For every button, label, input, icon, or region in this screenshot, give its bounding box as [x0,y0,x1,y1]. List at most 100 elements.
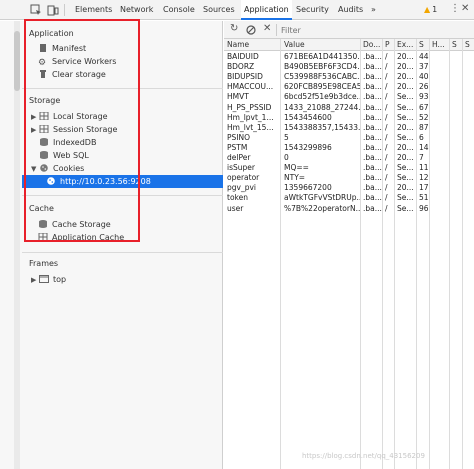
table-row[interactable]: Hm_lpvt_1... 1543454600 .ba... / Se... 52 [224,113,474,123]
table-row[interactable]: PSTM 1543299896 .ba.../ 20... 14 [224,143,474,153]
table-row[interactable]: pgv_pvi 1359667200 .ba.../ 20... 17 [224,183,474,193]
tab-audits[interactable]: Audits [338,0,363,20]
column-divider [462,39,463,469]
clear-all-icon[interactable] [246,25,256,35]
table-row[interactable]: PSINO 5 .ba... / Se... 6 [224,133,474,143]
cell-samesite [462,52,474,62]
cell-domain: .ba... [363,193,382,203]
cell-expires: 20... [397,142,414,152]
cell-samesite [462,193,474,203]
close-icon[interactable]: ✕ [461,3,469,15]
warnings-counter[interactable]: ▲ 1 [424,4,437,16]
column-divider [449,39,450,469]
cell-path: / [385,112,388,122]
column-header-httponly[interactable]: H... [429,39,449,51]
cell-domain: .ba... [363,112,382,122]
column-header-value[interactable]: Value [281,39,360,51]
tab-sources[interactable]: Sources [203,0,235,20]
cell-samesite [462,133,474,143]
cell-secure [449,143,462,153]
column-header-domain[interactable]: Do... [360,39,382,51]
sidebar-scrollbar[interactable] [14,21,20,469]
cell-expires: Se... [397,92,414,102]
cell-secure [449,133,462,143]
table-row[interactable]: BAIDUID 671BE6A1D441350... .ba.../ 20... 44 [224,52,474,62]
inspect-element-icon[interactable] [30,4,42,16]
tab-elements[interactable]: Elements [75,0,112,20]
cell-size: 93 [419,92,429,102]
tab-console[interactable]: Console [163,0,195,20]
column-divider [360,39,361,469]
table-row[interactable]: BIDUPSID C539988F536CABC... .ba.../ 20... 40 [224,72,474,82]
column-header-name[interactable]: Name [224,39,281,51]
frame-icon [39,275,49,283]
cell-domain: .ba... [363,52,382,61]
table-row[interactable]: token aWtkTGFvVStDRUp... .ba... / Se... 51 [224,193,474,203]
cell-secure [449,62,462,72]
cell-path: / [385,203,388,213]
cell-value: 1543299896 [284,142,332,152]
device-toolbar-icon[interactable] [47,4,59,16]
table-row[interactable]: operator NTY= .ba... / Se... 12 [224,173,474,183]
table-row[interactable]: isSuper MQ== .ba... / Se... 11 [224,163,474,173]
tab-network[interactable]: Network [120,0,153,20]
sidebar-item-frame-top[interactable]: ▶ top [31,273,66,286]
column-header-path[interactable]: P [382,39,394,51]
cell-domain: .ba... [363,142,382,152]
cell-size: 87 [419,122,429,132]
toolbar-divider [64,4,65,16]
cell-httponly [429,193,449,203]
table-row[interactable]: HMVT 6bcd52f51e9b3dce... .ba... / Se... 93 [224,92,474,102]
cell-secure [449,113,462,123]
cell-httponly [429,103,449,113]
cell-samesite [462,123,474,133]
expand-arrow-icon[interactable]: ▶ [31,274,39,287]
delete-selected-icon[interactable]: ✕ [263,23,271,35]
cell-value: 5 [284,132,289,142]
refresh-icon[interactable]: ↻ [230,23,238,35]
cell-expires: Se... [397,163,414,173]
more-options-icon[interactable]: ⋮ [450,3,460,15]
section-divider [22,252,223,253]
cell-path: / [385,183,388,193]
column-header-samesite[interactable]: S [462,39,474,51]
cell-expires: Se... [397,203,414,213]
tab-security[interactable]: Security [296,0,329,20]
table-row[interactable]: BDORZ B490B5EBF6F3CD4... .ba.../ 20... 37 [224,62,474,72]
cell-size: 51 [419,193,429,203]
cell-samesite [462,103,474,113]
table-row[interactable]: Hm_lvt_15... 1543388357,15433... .ba.../ 20… [224,123,474,133]
table-row[interactable]: user %7B%22operatorN... .ba... / Se... 96 [224,204,474,214]
cell-size: 52 [419,112,429,122]
more-tabs-button[interactable]: » [371,0,376,20]
table-row[interactable]: HMACCOU... 620FCB895E98CEA5 .ba.../ 20... 26 [224,82,474,92]
cell-value: 1543454600 [284,112,332,122]
cell-httponly [429,183,449,193]
column-header-expires[interactable]: Ex... [394,39,416,51]
cell-httponly [429,153,449,163]
sidebar-item-label: top [53,275,67,284]
cell-size: 37 [419,62,429,72]
column-header-size[interactable]: S [416,39,429,51]
cell-domain: .ba... [363,173,382,183]
cell-httponly [429,163,449,173]
cell-httponly [429,123,449,133]
column-header-secure[interactable]: S [449,39,462,51]
table-row[interactable]: H_PS_PSSID 1433_21088_27244... .ba... / Se..… [224,103,474,113]
tab-application[interactable]: Application [241,0,292,20]
filter-input[interactable] [281,24,401,36]
cell-expires: 20... [397,52,414,61]
cell-httponly [429,92,449,102]
cell-domain: .ba... [363,82,382,92]
warning-icon: ▲ [424,5,431,14]
scrollbar-thumb[interactable] [14,31,20,91]
cell-domain: .ba... [363,72,382,82]
cell-samesite [462,183,474,193]
cell-path: / [385,102,388,112]
cell-secure [449,72,462,82]
cell-value: MQ== [284,163,309,173]
table-row[interactable]: delPer 0 .ba.../ 20... 7 [224,153,474,163]
cell-name: operator [227,173,260,183]
cell-samesite [462,92,474,102]
cell-domain: .ba... [363,183,382,193]
